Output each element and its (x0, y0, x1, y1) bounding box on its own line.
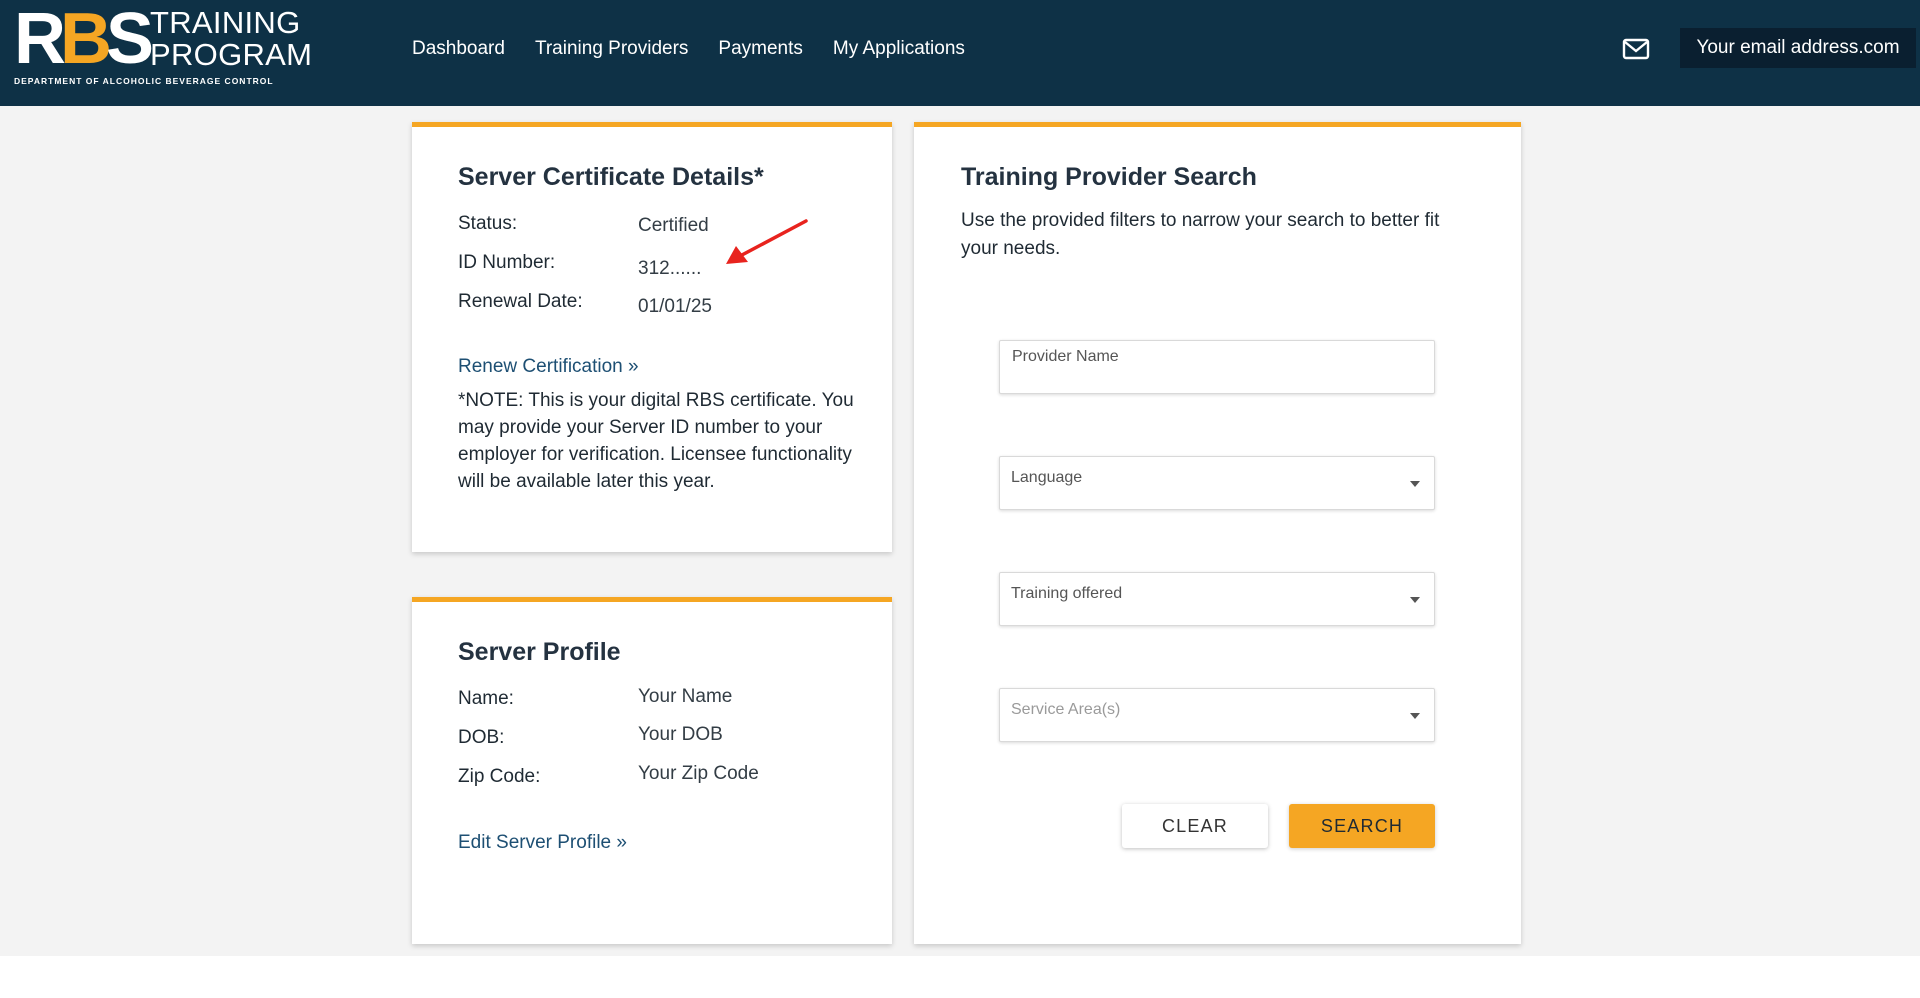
clear-button[interactable]: CLEAR (1122, 804, 1268, 848)
training-offered-select[interactable]: Training offered (999, 572, 1435, 626)
chevron-down-icon (1410, 481, 1420, 487)
provider-search-card: Training Provider Search Use the provide… (914, 122, 1521, 944)
search-button[interactable]: SEARCH (1289, 804, 1435, 848)
renewal-date-value: 01/01/25 (638, 296, 712, 317)
language-select-label: Language (1011, 469, 1083, 486)
service-area-select[interactable]: Service Area(s) (999, 688, 1435, 742)
top-header: RBS TRAINING PROGRAM DEPARTMENT OF ALCOH… (0, 0, 1920, 106)
language-select[interactable]: Language (999, 456, 1435, 510)
page: RBS TRAINING PROGRAM DEPARTMENT OF ALCOH… (0, 0, 1920, 998)
nav-dashboard[interactable]: Dashboard (412, 38, 505, 60)
id-number-value: 312...... (638, 258, 702, 279)
logo-line-program: PROGRAM (150, 37, 313, 72)
chevron-down-icon (1410, 713, 1420, 719)
mail-icon[interactable] (1622, 38, 1650, 60)
training-offered-label: Training offered (1011, 585, 1123, 602)
provider-name-field[interactable] (999, 340, 1435, 394)
dob-value: Your DOB (638, 724, 723, 745)
main-nav: Dashboard Training Providers Payments My… (412, 38, 965, 60)
logo-line-training: TRAINING (150, 5, 301, 40)
certificate-card: Server Certificate Details* Status: Cert… (412, 122, 892, 552)
certificate-note: *NOTE: This is your digital RBS certific… (458, 390, 854, 492)
user-email-button[interactable]: Your email address.com (1680, 28, 1916, 68)
zip-code-value: Your Zip Code (638, 763, 759, 784)
nav-my-applications[interactable]: My Applications (833, 38, 965, 60)
renewal-date-label: Renewal Date: (458, 291, 583, 312)
search-title: Training Provider Search (961, 163, 1257, 191)
nav-payments[interactable]: Payments (718, 38, 802, 60)
status-label: Status: (458, 213, 518, 234)
search-description: Use the provided filters to narrow your … (961, 210, 1440, 259)
certificate-title: Server Certificate Details* (458, 163, 764, 191)
logo-mark: RBS (14, 0, 154, 79)
chevron-down-icon (1410, 597, 1420, 603)
rbs-logo[interactable]: RBS TRAINING PROGRAM DEPARTMENT OF ALCOH… (14, 0, 312, 88)
provider-name-input[interactable] (1000, 341, 1434, 393)
service-area-label: Service Area(s) (1011, 701, 1121, 718)
name-value: Your Name (638, 686, 733, 707)
profile-title: Server Profile (458, 638, 621, 666)
nav-training-providers[interactable]: Training Providers (535, 38, 688, 60)
zip-code-label: Zip Code: (458, 766, 541, 787)
renew-certification-link[interactable]: Renew Certification » (458, 356, 639, 378)
edit-server-profile-link[interactable]: Edit Server Profile » (458, 832, 627, 854)
logo-wordmark: TRAINING PROGRAM (150, 7, 312, 71)
id-number-label: ID Number: (458, 252, 556, 273)
dob-label: DOB: (458, 727, 505, 748)
name-label: Name: (458, 688, 514, 709)
annotation-arrow-icon (726, 219, 808, 264)
logo-subtitle: DEPARTMENT OF ALCOHOLIC BEVERAGE CONTROL (14, 76, 274, 86)
status-value: Certified (638, 215, 709, 236)
server-profile-card: Server Profile Name: Your Name DOB: Your… (412, 597, 892, 944)
